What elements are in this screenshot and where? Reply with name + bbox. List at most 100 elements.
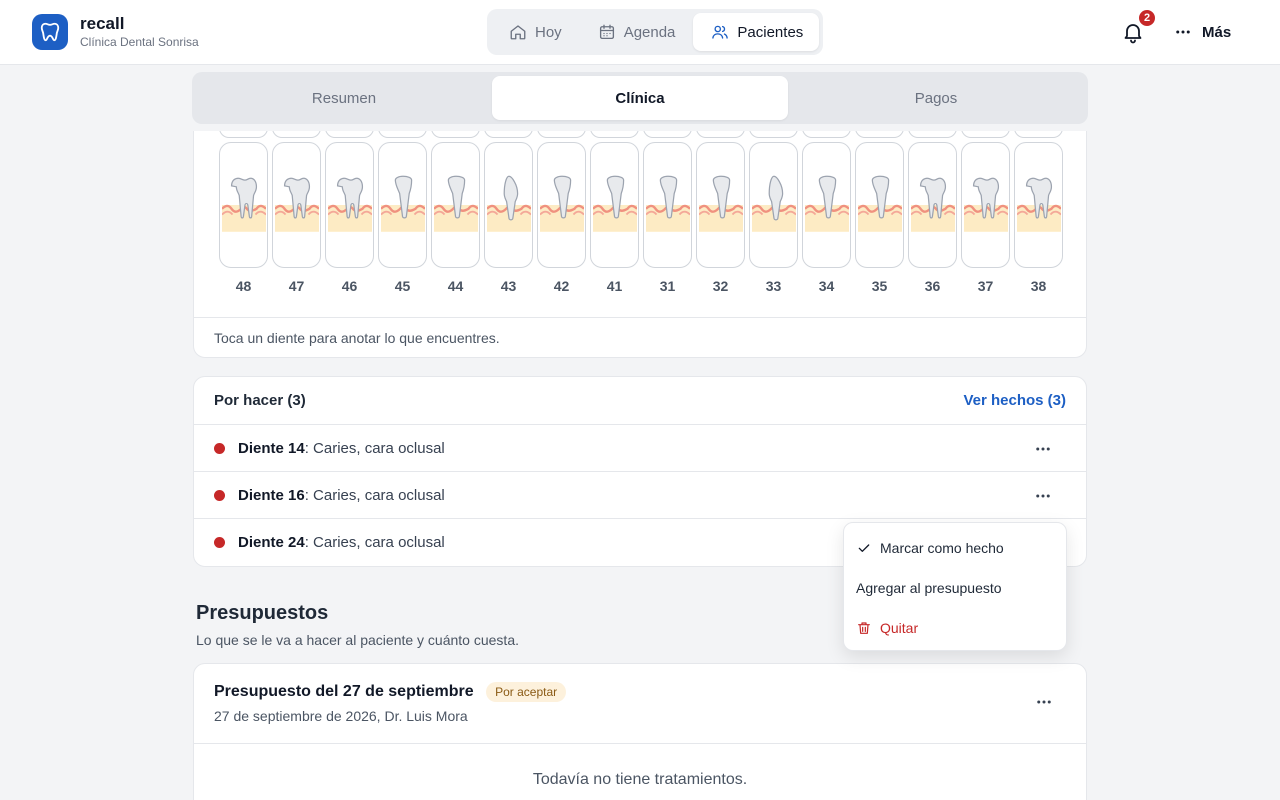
todo-tooth: Diente 16 (238, 486, 305, 504)
tooth[interactable]: 48 (219, 142, 268, 294)
tooth[interactable]: 32 (696, 142, 745, 294)
budget-meta: 27 de septiembre de 2026, Dr. Luis Mora (214, 708, 468, 724)
upper-tooth-stub[interactable] (696, 131, 745, 138)
upper-tooth-stub[interactable] (961, 131, 1010, 138)
upper-tooth-stub[interactable] (325, 131, 374, 138)
more-dots-icon[interactable] (1033, 486, 1053, 506)
upper-tooth-stub[interactable] (1014, 131, 1063, 138)
tooth-number: 42 (553, 278, 570, 294)
tooth-number: 33 (765, 278, 782, 294)
todo-desc: : Caries, cara oclusal (304, 486, 445, 504)
list-item[interactable]: Diente 14: Caries, cara oclusal (194, 425, 1086, 472)
tooth-illustration-icon[interactable] (802, 142, 851, 268)
nav-item-agenda[interactable]: Agenda (580, 13, 692, 51)
upper-tooth-stub[interactable] (749, 131, 798, 138)
tooth[interactable]: 41 (590, 142, 639, 294)
tooth[interactable]: 47 (272, 142, 321, 294)
tooth[interactable]: 43 (484, 142, 533, 294)
menu-item-label: Agregar al presupuesto (856, 580, 1002, 596)
upper-tooth-stub[interactable] (378, 131, 427, 138)
odontogram-card: 48 47 46 45 44 43 42 41 31 32 33 34 35 36 37 38 Toca un… (193, 131, 1087, 358)
tooth-number: 43 (500, 278, 517, 294)
menu-item-mark-done[interactable]: Marcar como hecho (844, 528, 1066, 568)
tooth-number: 44 (447, 278, 464, 294)
more-dots-icon[interactable] (1034, 692, 1054, 712)
tooth[interactable]: 31 (643, 142, 692, 294)
tooth-illustration-icon[interactable] (219, 142, 268, 268)
todo-desc: : Caries, cara oclusal (304, 534, 445, 551)
upper-tooth-stub[interactable] (802, 131, 851, 138)
more-menu-button[interactable]: Más (1174, 20, 1231, 44)
menu-item-add-to-budget[interactable]: Agregar al presupuesto (844, 568, 1066, 608)
nav-item-label: Agenda (623, 23, 676, 41)
tab-clinica[interactable]: Clínica (492, 76, 788, 120)
tooth-illustration-icon[interactable] (855, 142, 904, 268)
tooth-illustration-icon[interactable] (961, 142, 1010, 268)
tooth-illustration-icon[interactable] (537, 142, 586, 268)
home-icon (510, 25, 526, 40)
view-done-link[interactable]: Ver hechos (3) (963, 392, 1066, 409)
tooth-illustration-icon[interactable] (484, 142, 533, 268)
upper-tooth-stub[interactable] (590, 131, 639, 138)
users-icon (712, 25, 729, 39)
upper-tooth-stub[interactable] (537, 131, 586, 138)
tooth[interactable]: 44 (431, 142, 480, 294)
more-dots-icon[interactable] (1033, 439, 1053, 459)
tooth-number: 36 (924, 278, 941, 294)
tooth-illustration-icon[interactable] (272, 142, 321, 268)
tooth-illustration-icon[interactable] (749, 142, 798, 268)
check-icon (858, 544, 870, 552)
main-nav: Hoy Agenda Pacientes (487, 9, 824, 55)
todo-title: Por hacer (3) (214, 392, 306, 409)
upper-tooth-stub[interactable] (908, 131, 957, 138)
tooth-number: 46 (341, 278, 358, 294)
todo-text: Diente 14: Caries, cara oclusal (238, 440, 445, 457)
tooth[interactable]: 38 (1014, 142, 1063, 294)
tab-pagos[interactable]: Pagos (788, 76, 1084, 120)
calendar-icon (599, 24, 614, 40)
app-name: recall (80, 14, 125, 33)
menu-item-remove[interactable]: Quitar (844, 608, 1066, 648)
budget-header[interactable]: Presupuesto del 27 de septiembre Por ace… (194, 664, 1086, 744)
trash-icon (858, 622, 870, 634)
upper-teeth-row (219, 131, 1063, 138)
tooth[interactable]: 42 (537, 142, 586, 294)
menu-item-label: Marcar como hecho (880, 540, 1004, 556)
status-dot (214, 537, 225, 548)
tooth[interactable]: 45 (378, 142, 427, 294)
menu-item-label: Quitar (880, 620, 919, 636)
budget-empty-state: Todavía no tiene tratamientos. (532, 771, 748, 788)
todo-text: Diente 24: Caries, cara oclusal (238, 534, 445, 551)
list-item[interactable]: Diente 16: Caries, cara oclusal (194, 472, 1086, 519)
tooth-number: 38 (1030, 278, 1047, 294)
tooth-illustration-icon[interactable] (378, 142, 427, 268)
tooth-illustration-icon[interactable] (643, 142, 692, 268)
budget-title: Presupuesto del 27 de septiembre (214, 683, 474, 700)
tooth[interactable]: 35 (855, 142, 904, 294)
tooth-illustration-icon[interactable] (696, 142, 745, 268)
todo-actions-menu: Marcar como hecho Agregar al presupuesto… (843, 522, 1067, 651)
nav-item-hoy[interactable]: Hoy (491, 13, 578, 51)
upper-tooth-stub[interactable] (484, 131, 533, 138)
tooth[interactable]: 46 (325, 142, 374, 294)
tab-resumen[interactable]: Resumen (196, 76, 492, 120)
tooth-logo-icon (32, 14, 68, 50)
brand[interactable]: recall Clínica Dental Sonrisa (32, 14, 199, 50)
upper-tooth-stub[interactable] (219, 131, 268, 138)
tooth-illustration-icon[interactable] (590, 142, 639, 268)
upper-tooth-stub[interactable] (272, 131, 321, 138)
nav-item-pacientes[interactable]: Pacientes (693, 13, 820, 51)
budget-card: Presupuesto del 27 de septiembre Por ace… (193, 663, 1087, 800)
tooth-illustration-icon[interactable] (431, 142, 480, 268)
upper-tooth-stub[interactable] (643, 131, 692, 138)
tooth[interactable]: 33 (749, 142, 798, 294)
tooth-illustration-icon[interactable] (1014, 142, 1063, 268)
tooth[interactable]: 34 (802, 142, 851, 294)
tooth[interactable]: 37 (961, 142, 1010, 294)
tooth-illustration-icon[interactable] (325, 142, 374, 268)
todo-header: Por hacer (3) Ver hechos (3) (194, 377, 1086, 425)
upper-tooth-stub[interactable] (431, 131, 480, 138)
tooth[interactable]: 36 (908, 142, 957, 294)
tooth-illustration-icon[interactable] (908, 142, 957, 268)
upper-tooth-stub[interactable] (855, 131, 904, 138)
